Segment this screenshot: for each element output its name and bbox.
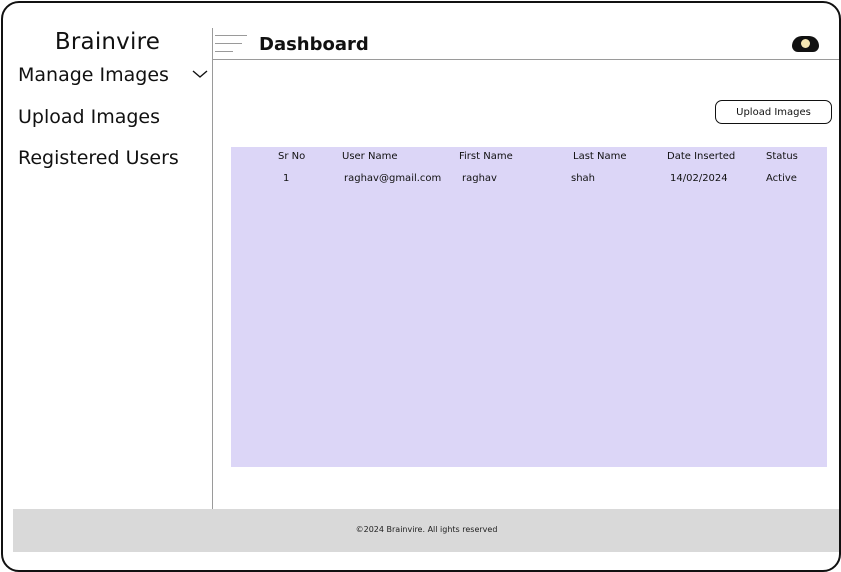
sidebar-divider — [212, 28, 213, 510]
app-window: Brainvire Dashboard Manage Images Upload… — [1, 1, 841, 572]
sidebar-item-registered-users[interactable]: Registered Users — [18, 147, 179, 169]
user-avatar-icon[interactable] — [792, 36, 819, 52]
sidebar-item-upload-images[interactable]: Upload Images — [18, 106, 160, 128]
column-header-date-inserted: Date Inserted — [667, 151, 736, 162]
chevron-down-icon[interactable] — [192, 69, 208, 79]
table-cell-sr-no: 1 — [283, 173, 290, 184]
hamburger-menu-icon[interactable] — [215, 35, 247, 53]
users-table: Sr No User Name First Name Last Name Dat… — [231, 147, 827, 467]
page-title: Dashboard — [259, 34, 369, 55]
table-cell-first-name: raghav — [462, 173, 497, 184]
table-cell-status: Active — [766, 173, 797, 184]
column-header-user-name: User Name — [342, 151, 398, 162]
brand-logo: Brainvire — [54, 29, 161, 55]
column-header-last-name: Last Name — [573, 151, 627, 162]
table-cell-last-name: shah — [571, 173, 596, 184]
footer: ©2024 Brainvire. All ights reserved — [13, 509, 839, 552]
table-cell-date-inserted: 14/02/2024 — [670, 173, 728, 184]
sidebar-item-manage-images[interactable]: Manage Images — [18, 64, 169, 86]
header-divider — [213, 59, 839, 60]
column-header-status: Status — [766, 151, 798, 162]
column-header-sr-no: Sr No — [278, 151, 306, 162]
table-cell-user-name: raghav@gmail.com — [344, 173, 442, 184]
column-header-first-name: First Name — [459, 151, 513, 162]
footer-copyright: ©2024 Brainvire. All ights reserved — [355, 525, 498, 534]
upload-images-button[interactable]: Upload Images — [715, 100, 832, 124]
